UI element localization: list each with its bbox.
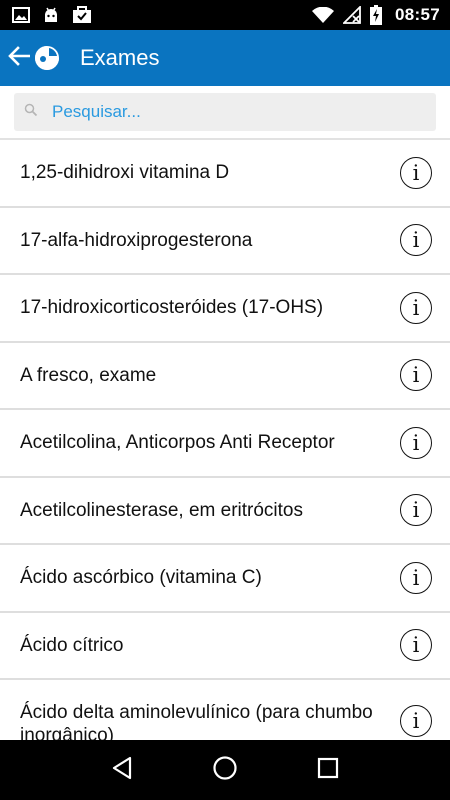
home-nav-icon [212, 755, 238, 786]
exam-name: Ácido cítrico [20, 634, 124, 656]
search-input[interactable] [52, 102, 382, 122]
search-icon [24, 103, 38, 122]
info-icon[interactable]: i [400, 156, 432, 189]
system-icons: 08:57 [312, 5, 440, 25]
notification-icons [12, 6, 92, 24]
exam-name: 1,25-dihidroxi vitamina D [20, 162, 230, 184]
list-item[interactable]: A fresco, exame i [0, 342, 450, 410]
list-item[interactable]: Ácido cítrico i [0, 612, 450, 680]
list-item[interactable]: Acetilcolinesterase, em eritrócitos i [0, 477, 450, 545]
exam-name: 17-hidroxicorticosteróides (17-OHS) [20, 297, 324, 319]
list-item[interactable]: 17-alfa-hidroxiprogesterona i [0, 207, 450, 275]
exam-name: A fresco, exame [20, 364, 157, 386]
info-icon[interactable]: i [400, 705, 432, 737]
info-icon[interactable]: i [400, 629, 432, 662]
home-nav-button[interactable] [200, 745, 250, 795]
page-title: Exames [80, 45, 160, 70]
status-time: 08:57 [395, 5, 440, 24]
exam-name: Ácido delta aminolevulínico (para chumbo… [20, 702, 373, 740]
info-icon[interactable]: i [400, 494, 432, 527]
info-icon[interactable]: i [400, 359, 432, 392]
exam-name: Ácido ascórbico (vitamina C) [20, 567, 262, 589]
list-item[interactable]: Ácido ascórbico (vitamina C) i [0, 545, 450, 613]
arrow-left-icon [8, 45, 31, 71]
status-bar: 08:57 [0, 0, 450, 30]
list-item[interactable]: 17-hidroxicorticosteróides (17-OHS) i [0, 275, 450, 343]
image-notification-icon [12, 7, 30, 23]
exam-name: Acetilcolinesterase, em eritrócitos [20, 499, 303, 521]
app-bar: Exames [0, 30, 450, 86]
back-nav-button[interactable] [97, 745, 147, 795]
search-bar [0, 86, 450, 140]
recents-nav-icon [317, 757, 339, 784]
search-box[interactable] [14, 93, 436, 131]
info-icon[interactable]: i [400, 561, 432, 594]
info-icon[interactable]: i [400, 224, 432, 257]
info-icon[interactable]: i [400, 426, 432, 459]
wifi-icon [312, 7, 335, 23]
exam-name: Acetilcolina, Anticorpos Anti Receptor [20, 432, 335, 454]
exam-name: 17-alfa-hidroxiprogesterona [20, 229, 253, 251]
app-logo-icon [34, 45, 60, 71]
no-signal-icon [343, 6, 361, 24]
recents-nav-button[interactable] [303, 745, 353, 795]
info-icon[interactable]: i [400, 291, 432, 324]
navigation-bar [0, 740, 450, 800]
back-nav-icon [111, 756, 133, 785]
android-notification-icon [42, 6, 60, 24]
exam-list: 1,25-dihidroxi vitamina D i 17-alfa-hidr… [0, 140, 450, 740]
briefcase-check-notification-icon [72, 6, 92, 24]
battery-charging-icon [370, 5, 383, 25]
list-item[interactable]: Acetilcolina, Anticorpos Anti Receptor i [0, 410, 450, 478]
list-item[interactable]: Ácido delta aminolevulínico (para chumbo… [0, 680, 450, 740]
list-item[interactable]: 1,25-dihidroxi vitamina D i [0, 140, 450, 208]
back-button[interactable] [0, 30, 32, 86]
